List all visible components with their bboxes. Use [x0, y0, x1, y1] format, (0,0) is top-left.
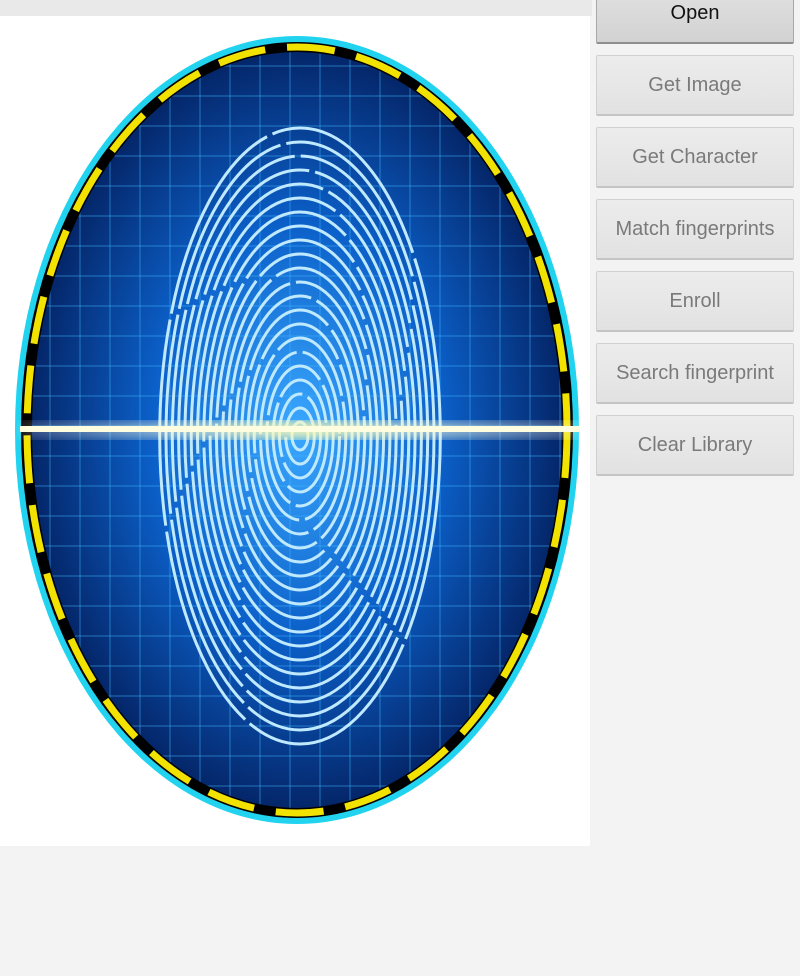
open-button[interactable]: Open: [596, 0, 794, 44]
top-bar: [0, 0, 592, 16]
search-fingerprint-button[interactable]: Search fingerprint: [596, 343, 794, 404]
clear-library-button[interactable]: Clear Library: [596, 415, 794, 476]
fingerprint-image-view: [0, 16, 590, 846]
enroll-button[interactable]: Enroll: [596, 271, 794, 332]
get-image-button[interactable]: Get Image: [596, 55, 794, 116]
get-character-button[interactable]: Get Character: [596, 127, 794, 188]
fingerprint-image: [15, 36, 580, 824]
match-fingerprints-button[interactable]: Match fingerprints: [596, 199, 794, 260]
